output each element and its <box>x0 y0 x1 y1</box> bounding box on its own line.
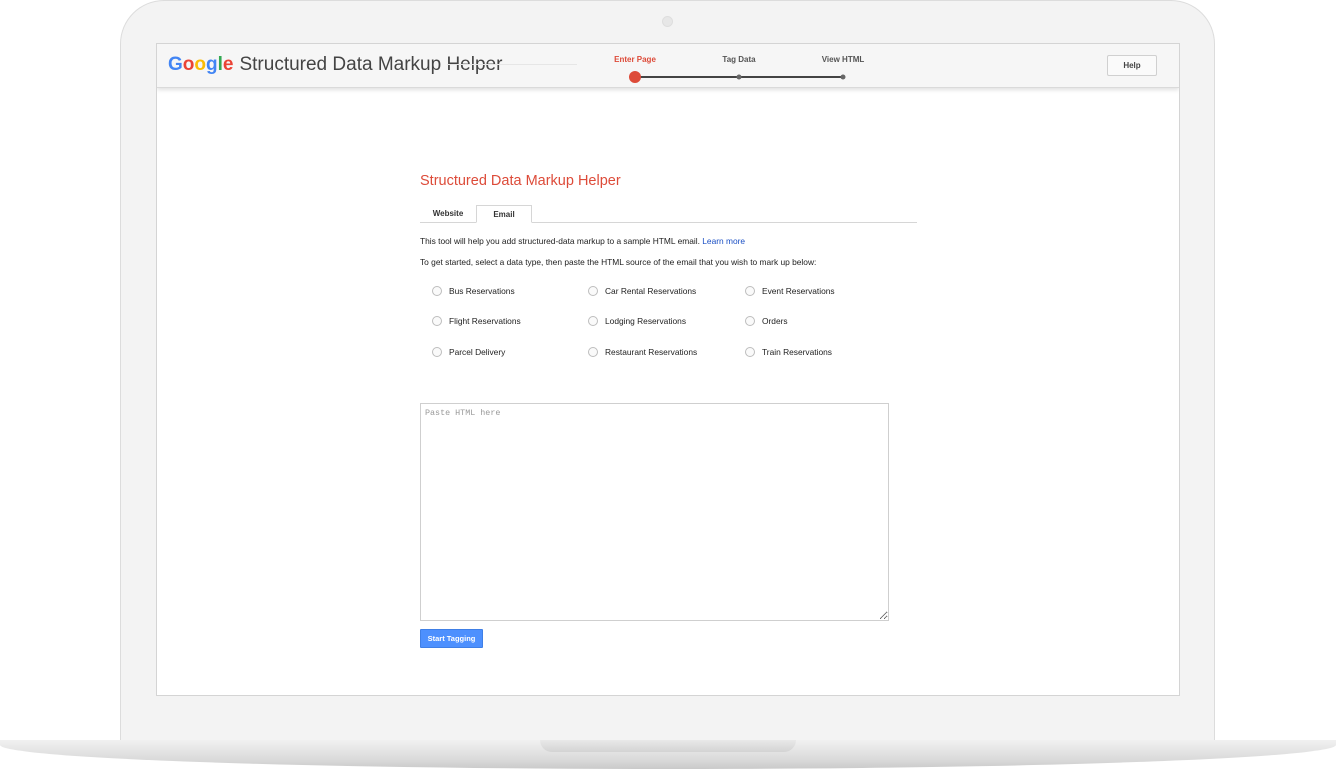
radio-train-reservations[interactable]: Train Reservations <box>745 347 832 357</box>
radio-event-reservations[interactable]: Event Reservations <box>745 286 835 296</box>
radio-label: Orders <box>762 316 788 326</box>
intro-sentence: This tool will help you add structured-d… <box>420 236 700 246</box>
radio-circle-icon[interactable] <box>432 286 442 296</box>
page-title: Structured Data Markup Helper <box>420 173 621 189</box>
main-content: Structured Data Markup Helper Website Em… <box>420 172 920 376</box>
radio-circle-icon[interactable] <box>588 316 598 326</box>
step-dot <box>736 74 742 80</box>
radio-circle-icon[interactable] <box>432 316 442 326</box>
radio-label: Restaurant Reservations <box>605 347 698 357</box>
step-dot-active <box>629 71 641 83</box>
learn-more-link[interactable]: Learn more <box>702 236 745 246</box>
app-window: Google Structured Data Markup Helper Ente… <box>156 43 1180 696</box>
step-dot <box>840 74 846 80</box>
radio-label: Bus Reservations <box>449 286 515 296</box>
radio-label: Parcel Delivery <box>449 347 506 357</box>
laptop-notch <box>540 740 796 752</box>
step-enter-page: Enter Page <box>614 55 656 64</box>
paste-html-textarea[interactable] <box>420 403 889 621</box>
instructions-text: To get started, select a data type, then… <box>420 257 817 267</box>
radio-circle-icon[interactable] <box>588 347 598 357</box>
radio-label: Lodging Reservations <box>605 316 687 326</box>
radio-flight-reservations[interactable]: Flight Reservations <box>432 316 521 326</box>
radio-circle-icon[interactable] <box>432 347 442 357</box>
app-header: Google Structured Data Markup Helper Ente… <box>157 44 1179 88</box>
tab-email[interactable]: Email <box>476 205 532 223</box>
radio-label: Car Rental Reservations <box>605 286 697 296</box>
radio-parcel-delivery[interactable]: Parcel Delivery <box>432 347 505 357</box>
radio-lodging-reservations[interactable]: Lodging Reservations <box>588 316 686 326</box>
radio-restaurant-reservations[interactable]: Restaurant Reservations <box>588 347 697 357</box>
data-type-options: Bus Reservations Car Rental Reservations… <box>420 286 920 376</box>
tab-bar: Website Email <box>420 204 917 223</box>
camera-icon <box>662 16 673 27</box>
tab-website[interactable]: Website <box>420 205 476 223</box>
intro-text: This tool will help you add structured-d… <box>420 236 920 246</box>
radio-circle-icon[interactable] <box>745 316 755 326</box>
radio-label: Event Reservations <box>762 286 835 296</box>
radio-orders[interactable]: Orders <box>745 316 788 326</box>
radio-label: Flight Reservations <box>449 316 521 326</box>
radio-label: Train Reservations <box>762 347 832 357</box>
radio-car-rental-reservations[interactable]: Car Rental Reservations <box>588 286 696 296</box>
radio-bus-reservations[interactable]: Bus Reservations <box>432 286 515 296</box>
progress-steps: Enter Page Tag Data View HTML <box>157 44 1179 87</box>
step-view-html: View HTML <box>821 55 865 64</box>
radio-circle-icon[interactable] <box>745 347 755 357</box>
radio-circle-icon[interactable] <box>745 286 755 296</box>
help-button[interactable]: Help <box>1107 55 1157 76</box>
step-tag-data: Tag Data <box>722 55 756 64</box>
radio-circle-icon[interactable] <box>588 286 598 296</box>
start-tagging-button[interactable]: Start Tagging <box>420 629 483 648</box>
